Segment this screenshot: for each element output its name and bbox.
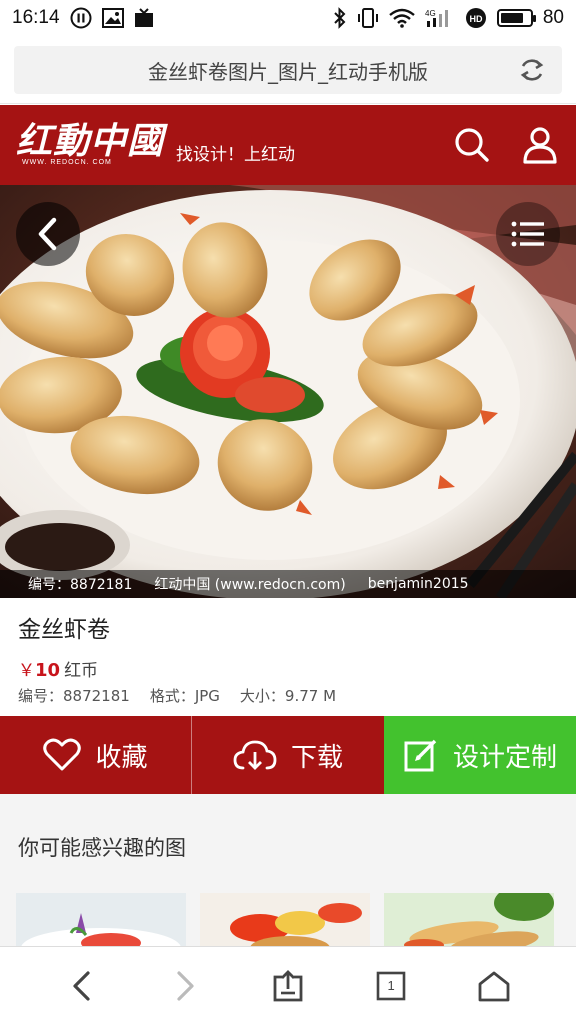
tab-count: 1 (387, 978, 395, 993)
product-price: ￥10 红币 (18, 656, 558, 681)
svg-text:4G: 4G (425, 9, 436, 18)
watermark-site: 红动中国 (www.redocn.com) (154, 577, 346, 593)
address-bar[interactable]: 金丝虾卷图片_图片_红动手机版 (14, 46, 562, 94)
page-title: 金丝虾卷图片_图片_红动手机版 (148, 59, 428, 84)
status-time: 16:14 (12, 7, 60, 28)
browser-forward-button[interactable] (155, 956, 215, 1016)
battery-icon (496, 9, 536, 27)
product-size: 大小：9.77 M (239, 687, 337, 705)
share-button[interactable] (258, 956, 318, 1016)
recommendation-title: 你可能感兴趣的图 (18, 836, 186, 860)
status-left: 16:14 (12, 7, 154, 29)
bluetooth-icon (333, 7, 347, 29)
user-icon[interactable] (520, 125, 560, 165)
browser-bottom-nav: 1 (0, 946, 576, 1024)
chevron-left-icon (72, 970, 90, 1001)
svg-text:HD: HD (469, 14, 482, 24)
product-title: 金丝虾卷 (18, 617, 110, 643)
logo-text: 红動中國 (16, 120, 165, 162)
cloud-download-icon (233, 740, 277, 770)
action-bar: 收藏 下载 设计定制 (0, 716, 576, 794)
download-label: 下载 (290, 742, 343, 773)
home-button[interactable] (464, 956, 524, 1016)
share-icon (273, 969, 303, 1001)
pause-icon (70, 7, 92, 29)
recommendation-thumbnails (16, 893, 560, 946)
image-watermark: 编号：8872181 红动中国 (www.redocn.com) benjami… (0, 570, 576, 598)
site-logo[interactable]: 红動中國 WWW. REDOCN. COM (16, 120, 165, 166)
home-icon (478, 971, 510, 1001)
product-info: 金丝虾卷 ￥10 红币 编号：8872181 格式：JPG 大小：9.77 M (0, 598, 576, 716)
edit-icon (404, 739, 437, 772)
price-unit: 红币 (64, 661, 99, 681)
shrimp-rolls-photo (0, 185, 576, 598)
tabs-button[interactable]: 1 (361, 956, 421, 1016)
menu-button[interactable] (496, 202, 560, 266)
heart-icon (43, 738, 82, 771)
recommendation-thumb[interactable] (384, 893, 554, 946)
back-button[interactable] (16, 202, 80, 266)
chevron-left-icon (38, 217, 57, 251)
vibrate-icon (357, 7, 379, 29)
price-amount: 10 (35, 660, 61, 681)
status-bar: 16:14 4G HD 80 (0, 0, 576, 36)
recommendation-thumb[interactable] (16, 893, 186, 946)
logo-url: WWW. REDOCN. COM (22, 159, 112, 166)
signal-4g-icon: 4G (425, 8, 455, 28)
battery-level: 80 (542, 7, 564, 28)
hero-image[interactable]: 编号：8872181 红动中国 (www.redocn.com) benjami… (0, 185, 576, 598)
tv-icon (134, 8, 154, 28)
favorite-label: 收藏 (95, 742, 148, 773)
address-bar-container: 金丝虾卷图片_图片_红动手机版 (0, 36, 576, 104)
chevron-right-icon (177, 970, 194, 1001)
browser-back-button[interactable] (52, 956, 112, 1016)
product-meta: 编号：8872181 格式：JPG 大小：9.77 M (18, 685, 558, 706)
image-icon (101, 8, 124, 28)
status-right: 4G HD 80 (333, 7, 564, 29)
header-icons (452, 125, 560, 165)
favorite-button[interactable]: 收藏 (0, 716, 192, 794)
hd-icon: HD (465, 7, 487, 29)
download-button[interactable]: 下载 (192, 716, 384, 794)
custom-design-label: 设计定制 (452, 742, 557, 773)
list-menu-icon (511, 221, 544, 247)
product-id: 编号：8872181 (18, 687, 130, 705)
recommendation-thumb[interactable] (200, 893, 370, 946)
watermark-author: benjamin2015 (367, 576, 469, 592)
reload-icon[interactable] (518, 56, 546, 84)
currency-symbol: ￥ (18, 661, 35, 681)
custom-design-button[interactable]: 设计定制 (384, 716, 576, 794)
product-format: 格式：JPG (149, 687, 220, 705)
site-slogan: 找设计！上红动 (176, 144, 296, 165)
watermark-id: 编号：8872181 (28, 577, 133, 593)
search-icon[interactable] (452, 125, 492, 165)
wifi-icon (389, 8, 415, 28)
site-header: 红動中國 WWW. REDOCN. COM 找设计！上红动 (0, 105, 576, 185)
